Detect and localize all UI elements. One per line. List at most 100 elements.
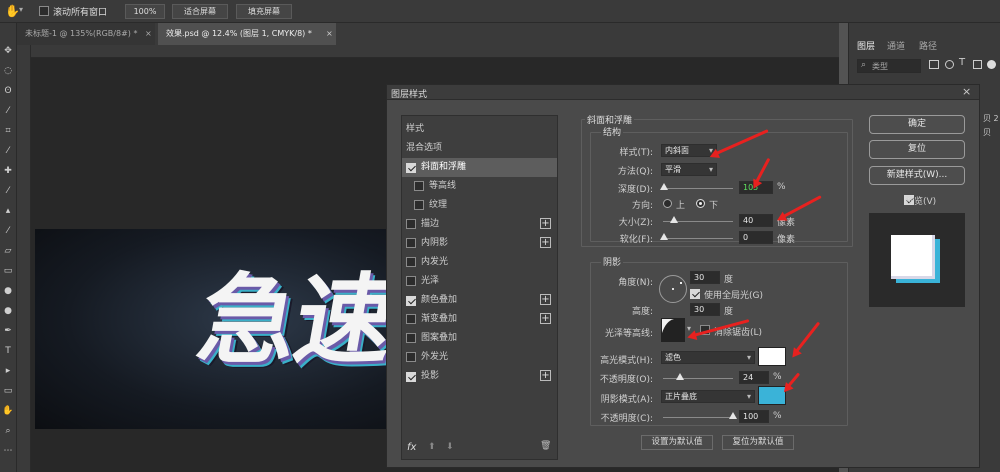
stamp-tool-icon[interactable]: ▴ (1, 205, 15, 218)
style-list-item[interactable]: 渐变叠加 + (402, 310, 557, 329)
style-list-checkbox[interactable] (406, 314, 416, 324)
make-default-button[interactable]: 设置为默认值 (641, 435, 713, 450)
technique-dropdown[interactable]: 平滑 (661, 163, 717, 176)
filter-smart-icon[interactable] (987, 60, 996, 69)
add-effect-icon[interactable]: + (540, 313, 551, 324)
shadow-opacity-input[interactable]: 100 (739, 410, 769, 423)
style-list-item[interactable]: 投影 + (402, 367, 557, 386)
highlight-opacity-slider-thumb[interactable] (676, 373, 684, 380)
filter-type-icon[interactable]: T (959, 57, 965, 68)
scroll-all-windows-checkbox[interactable] (39, 6, 49, 16)
tab-channels[interactable]: 通道 (887, 39, 905, 52)
style-list-checkbox[interactable] (406, 352, 416, 362)
add-effect-icon[interactable]: + (540, 370, 551, 381)
soften-slider-track[interactable] (663, 238, 733, 239)
style-list-item[interactable]: 内发光 (402, 253, 557, 272)
size-slider-thumb[interactable] (670, 216, 678, 223)
layer-filter-field[interactable]: ⌕ 类型 (857, 59, 921, 73)
direction-up-radio[interactable] (663, 199, 672, 208)
depth-slider-thumb[interactable] (660, 183, 668, 190)
shadow-opacity-slider-thumb[interactable] (729, 412, 737, 419)
style-list-checkbox[interactable] (414, 200, 424, 210)
style-list-checkbox[interactable] (406, 276, 416, 286)
eyedropper-tool-icon[interactable]: ⁄ (1, 145, 15, 158)
soften-slider-thumb[interactable] (660, 233, 668, 240)
close-icon[interactable]: × (962, 85, 971, 98)
ok-button[interactable]: 确定 (869, 115, 965, 134)
crop-tool-icon[interactable]: ⌗ (1, 125, 15, 138)
hand-tool-icon[interactable]: ✋ (1, 405, 15, 418)
depth-slider-track[interactable] (663, 188, 733, 189)
type-tool-icon[interactable]: T (1, 345, 15, 358)
brush-tool-icon[interactable]: ⁄ (1, 185, 15, 198)
close-icon[interactable]: × (326, 23, 333, 45)
style-list-checkbox[interactable] (406, 219, 416, 229)
lasso-tool-icon[interactable]: ʘ (1, 85, 15, 98)
style-list-item[interactable]: 纹理 (402, 196, 557, 215)
dodge-tool-icon[interactable]: ● (1, 305, 15, 318)
healing-tool-icon[interactable]: ✚ (1, 165, 15, 178)
dialog-title-bar[interactable]: 图层样式 × (387, 85, 979, 100)
style-list-item[interactable]: 颜色叠加 + (402, 291, 557, 310)
zoom-100-button[interactable]: 100% (125, 4, 165, 19)
angle-dial[interactable] (659, 275, 687, 303)
gradient-tool-icon[interactable]: ▭ (1, 265, 15, 278)
blur-tool-icon[interactable]: ● (1, 285, 15, 298)
more-tools-icon[interactable]: ⋯ (1, 445, 15, 458)
pen-tool-icon[interactable]: ✒ (1, 325, 15, 338)
highlight-opacity-slider-track[interactable] (663, 378, 733, 379)
close-icon[interactable]: × (145, 23, 152, 45)
move-tool-icon[interactable]: ✥ (1, 45, 15, 58)
fx-icon[interactable]: fx (407, 442, 416, 453)
altitude-input[interactable]: 30 (690, 303, 720, 316)
move-down-icon[interactable]: ⬇ (446, 442, 454, 452)
tab-untitled[interactable]: 未标题-1 @ 135%(RGB/8#) * × (17, 23, 155, 45)
trash-icon[interactable]: 🗑 (540, 441, 551, 451)
soften-input[interactable]: 0 (739, 231, 773, 244)
style-list-item[interactable]: 等高线 (402, 177, 557, 196)
highlight-opacity-input[interactable]: 24 (739, 371, 769, 384)
global-light-checkbox[interactable] (690, 289, 700, 299)
tool-preset-chevron-icon[interactable]: ▾ (19, 5, 23, 14)
filter-pixel-icon[interactable] (929, 60, 939, 69)
style-list-item[interactable]: 光泽 (402, 272, 557, 291)
hand-tool-icon[interactable]: ✋ (5, 4, 20, 18)
new-style-button[interactable]: 新建样式(W)... (869, 166, 965, 185)
style-list-item[interactable]: 斜面和浮雕 (402, 158, 557, 177)
move-up-icon[interactable]: ⬆ (428, 442, 436, 452)
add-effect-icon[interactable]: + (540, 294, 551, 305)
style-list-checkbox[interactable] (406, 163, 416, 173)
tab-paths[interactable]: 路径 (919, 39, 937, 52)
direction-down-radio[interactable] (696, 199, 705, 208)
highlight-color-swatch[interactable] (758, 347, 786, 366)
style-list-checkbox[interactable] (406, 333, 416, 343)
reset-button[interactable]: 复位 (869, 140, 965, 159)
highlight-mode-dropdown[interactable]: 滤色 (661, 351, 755, 364)
reset-to-default-button[interactable]: 复位为默认值 (722, 435, 794, 450)
shadow-mode-dropdown[interactable]: 正片叠底 (661, 390, 755, 403)
style-list-item[interactable]: 混合选项 (402, 139, 557, 158)
angle-input[interactable]: 30 (690, 271, 720, 284)
add-effect-icon[interactable]: + (540, 237, 551, 248)
style-list-item[interactable]: 描边 + (402, 215, 557, 234)
style-list-item[interactable]: 内阴影 + (402, 234, 557, 253)
style-list-checkbox[interactable] (406, 257, 416, 267)
filter-shape-icon[interactable] (973, 60, 982, 69)
tab-layers[interactable]: 图层 (857, 39, 875, 52)
path-selection-tool-icon[interactable]: ▸ (1, 365, 15, 378)
style-list-checkbox[interactable] (406, 296, 416, 306)
size-input[interactable]: 40 (739, 214, 773, 227)
add-effect-icon[interactable]: + (540, 218, 551, 229)
filter-adjust-icon[interactable] (945, 60, 954, 69)
style-list-checkbox[interactable] (406, 372, 416, 382)
zoom-tool-icon[interactable]: ⌕ (1, 425, 15, 438)
gloss-contour-picker[interactable] (661, 318, 685, 342)
style-list-checkbox[interactable] (406, 238, 416, 248)
marquee-tool-icon[interactable]: ◌ (1, 65, 15, 78)
document-canvas[interactable]: 急速 (35, 229, 395, 429)
fit-screen-button[interactable]: 适合屏幕 (172, 4, 228, 19)
magic-wand-tool-icon[interactable]: ⁄ (1, 105, 15, 118)
shadow-opacity-slider-track[interactable] (663, 417, 733, 418)
style-list-item[interactable]: 图案叠加 (402, 329, 557, 348)
history-brush-tool-icon[interactable]: ⁄ (1, 225, 15, 238)
